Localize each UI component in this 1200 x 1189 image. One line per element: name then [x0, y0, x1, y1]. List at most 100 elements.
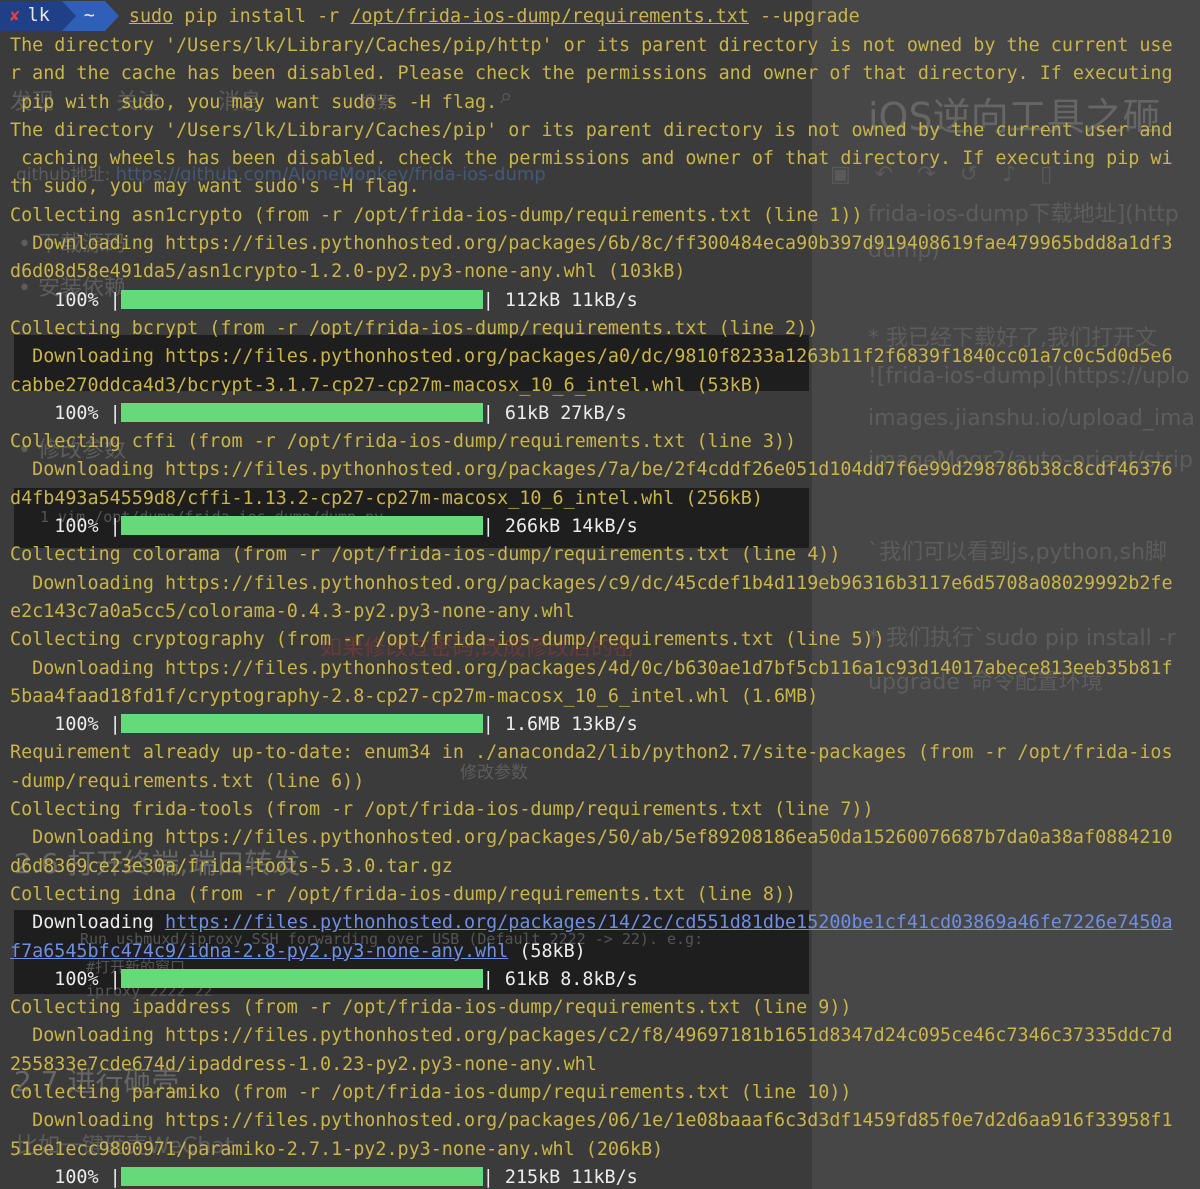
pip-output-line: Downloading https://files.pythonhosted.o…	[0, 1022, 1200, 1050]
progress-percent: 100% |	[10, 714, 121, 736]
pip-warning-line: th sudo, you may want sudo's -H flag.	[0, 173, 1200, 201]
pip-output-line: Downloading https://files.pythonhosted.o…	[0, 824, 1200, 852]
pip-output-line: e2c143c7a0a5cc5/colorama-0.4.3-py2.py3-n…	[0, 598, 1200, 626]
output-text: Collecting asn1crypto (from -r /opt/frid…	[10, 204, 863, 226]
command-args: pip install -r	[173, 5, 351, 27]
output-text: Collecting paramiko (from -r /opt/frida-…	[10, 1081, 852, 1103]
download-link-line: Downloading https://files.pythonhosted.o…	[0, 909, 1200, 937]
pip-output-line: Downloading https://files.pythonhosted.o…	[0, 343, 1200, 371]
pip-output-line: Downloading https://files.pythonhosted.o…	[0, 230, 1200, 258]
progress-line: 100% | | 215kB 11kB/s	[0, 1164, 1200, 1189]
progress-bar	[120, 516, 483, 536]
output-text: Collecting cffi (from -r /opt/frida-ios-…	[10, 431, 797, 453]
output-text: d4fb493a54559d8/cffi-1.13.2-cp27-cp27m-m…	[10, 487, 763, 509]
output-text: 5baa4faad18fd1f/cryptography-2.8-cp27-cp…	[10, 685, 819, 707]
progress-stats: | 1.6MB 13kB/s	[482, 714, 638, 736]
pip-output-line: Requirement already up-to-date: enum34 i…	[0, 739, 1200, 767]
pip-warning-line: r and the cache has been disabled. Pleas…	[0, 60, 1200, 88]
pip-output-line: Collecting ipaddress (from -r /opt/frida…	[0, 994, 1200, 1022]
pip-output-line: Downloading https://files.pythonhosted.o…	[0, 655, 1200, 683]
download-url-link[interactable]: https://files.pythonhosted.org/packages/…	[165, 912, 1173, 933]
output-text: r and the cache has been disabled. Pleas…	[10, 63, 1173, 85]
progress-bar	[120, 714, 483, 734]
output-text: cabbe270ddca4d3/bcrypt-3.1.7-cp27-cp27m-…	[10, 374, 763, 396]
download-link-line: f7a6545bfc474c9/idna-2.8-py2.py3-none-an…	[0, 938, 1200, 966]
prompt-directory: ~	[75, 1, 105, 31]
progress-bar	[120, 289, 483, 309]
pip-output-line: Downloading https://files.pythonhosted.o…	[0, 1107, 1200, 1135]
output-text: Collecting idna (from -r /opt/frida-ios-…	[10, 883, 797, 905]
output-text: th sudo, you may want sudo's -H flag.	[10, 176, 420, 198]
pip-output-line: Collecting cffi (from -r /opt/frida-ios-…	[0, 428, 1200, 456]
output-text: Downloading https://files.pythonhosted.o…	[10, 1025, 1173, 1047]
output-text: Downloading https://files.pythonhosted.o…	[10, 346, 1173, 368]
error-status-icon: ✘	[10, 6, 20, 25]
output-text: Downloading https://files.pythonhosted.o…	[10, 233, 1173, 255]
pip-output-line: Collecting asn1crypto (from -r /opt/frid…	[0, 202, 1200, 230]
progress-percent: 100% |	[10, 289, 121, 311]
command-sudo: sudo	[128, 5, 174, 27]
pip-output-line: 255833e7cde674d/ipaddress-1.0.23-py2.py3…	[0, 1051, 1200, 1079]
output-text: 51ee1ecc9800971/paramiko-2.7.1-py2.py3-n…	[10, 1138, 664, 1160]
pip-output-line: d4fb493a54559d8/cffi-1.13.2-cp27-cp27m-m…	[0, 485, 1200, 513]
command-flag: --upgrade	[748, 5, 860, 27]
progress-percent: 100% |	[10, 516, 121, 538]
output-text: Downloading https://files.pythonhosted.o…	[10, 827, 1173, 849]
pip-output-line: d6d8369ce23e30a/frida-tools-5.3.0.tar.gz	[0, 853, 1200, 881]
terminal-window[interactable]: ✘ lk ~ sudo pip install -r /opt/frida-io…	[0, 0, 1200, 1189]
pip-output-line: 5baa4faad18fd1f/cryptography-2.8-cp27-cp…	[0, 683, 1200, 711]
download-url-link[interactable]: f7a6545bfc474c9/idna-2.8-py2.py3-none-an…	[10, 941, 508, 962]
pip-output-line: Collecting bcrypt (from -r /opt/frida-io…	[0, 315, 1200, 343]
terminal-output: The directory '/Users/lk/Library/Caches/…	[0, 32, 1200, 1189]
progress-percent: 100% |	[10, 968, 121, 990]
output-text: caching wheels has been disabled. check …	[10, 148, 1173, 170]
pip-output-line: -dump/requirements.txt (line 6))	[0, 768, 1200, 796]
output-text: Collecting bcrypt (from -r /opt/frida-io…	[10, 317, 819, 339]
progress-bar	[120, 402, 483, 422]
progress-line: 100% | | 266kB 14kB/s	[0, 513, 1200, 541]
pip-output-line: Downloading https://files.pythonhosted.o…	[0, 456, 1200, 484]
output-text: e2c143c7a0a5cc5/colorama-0.4.3-py2.py3-n…	[10, 600, 575, 622]
prompt-username: lk	[27, 5, 50, 26]
progress-line: 100% | | 112kB 11kB/s	[0, 287, 1200, 315]
pip-output-line: cabbe270ddca4d3/bcrypt-3.1.7-cp27-cp27m-…	[0, 372, 1200, 400]
pip-output-line: Collecting paramiko (from -r /opt/frida-…	[0, 1079, 1200, 1107]
output-text: Collecting colorama (from -r /opt/frida-…	[10, 544, 841, 566]
output-text: -dump/requirements.txt (line 6))	[10, 770, 365, 792]
progress-line: 100% | | 61kB 27kB/s	[0, 400, 1200, 428]
pip-output-line: Collecting frida-tools (from -r /opt/fri…	[0, 796, 1200, 824]
progress-percent: 100% |	[10, 1166, 121, 1188]
progress-line: 100% | | 61kB 8.8kB/s	[0, 966, 1200, 994]
typed-command[interactable]: sudo pip install -r /opt/frida-ios-dump/…	[129, 6, 860, 27]
output-text: d6d08d58e491da5/asn1crypto-1.2.0-py2.py3…	[10, 261, 686, 283]
output-text: d6d8369ce23e30a/frida-tools-5.3.0.tar.gz	[10, 855, 453, 877]
output-text: pip with sudo, you may want sudo's -H fl…	[10, 91, 498, 113]
pip-warning-line: caching wheels has been disabled. check …	[0, 145, 1200, 173]
output-text: Downloading https://files.pythonhosted.o…	[10, 1110, 1173, 1132]
pip-output-line: Collecting idna (from -r /opt/frida-ios-…	[0, 881, 1200, 909]
pip-warning-line: pip with sudo, you may want sudo's -H fl…	[0, 89, 1200, 117]
output-text: Collecting frida-tools (from -r /opt/fri…	[10, 799, 874, 821]
prompt-separator-icon	[61, 1, 76, 31]
output-text: Downloading https://files.pythonhosted.o…	[10, 572, 1173, 594]
progress-line: 100% | | 1.6MB 13kB/s	[0, 711, 1200, 739]
output-text: Requirement already up-to-date: enum34 i…	[10, 742, 1173, 764]
progress-stats: | 266kB 14kB/s	[482, 516, 638, 538]
progress-stats: | 112kB 11kB/s	[482, 289, 638, 311]
pip-output-line: Downloading https://files.pythonhosted.o…	[0, 570, 1200, 598]
pip-output-line: d6d08d58e491da5/asn1crypto-1.2.0-py2.py3…	[0, 258, 1200, 286]
prompt-separator-icon	[104, 1, 119, 31]
command-path: /opt/frida-ios-dump/requirements.txt	[350, 5, 749, 27]
output-text: Collecting cryptography (from -r /opt/fr…	[10, 629, 885, 651]
output-text: 255833e7cde674d/ipaddress-1.0.23-py2.py3…	[10, 1053, 597, 1075]
pip-output-line: 51ee1ecc9800971/paramiko-2.7.1-py2.py3-n…	[0, 1136, 1200, 1164]
progress-stats: | 61kB 27kB/s	[482, 402, 627, 424]
output-text: Downloading https://files.pythonhosted.o…	[10, 459, 1173, 481]
progress-percent: 100% |	[10, 402, 121, 424]
output-text: (58kB)	[508, 940, 586, 962]
progress-stats: | 215kB 11kB/s	[482, 1166, 638, 1188]
output-text: The directory '/Users/lk/Library/Caches/…	[10, 35, 1173, 56]
shell-prompt: ✘ lk ~ sudo pip install -r /opt/frida-io…	[0, 0, 1200, 32]
output-text: Downloading https://files.pythonhosted.o…	[10, 657, 1173, 679]
progress-bar	[120, 1166, 483, 1186]
